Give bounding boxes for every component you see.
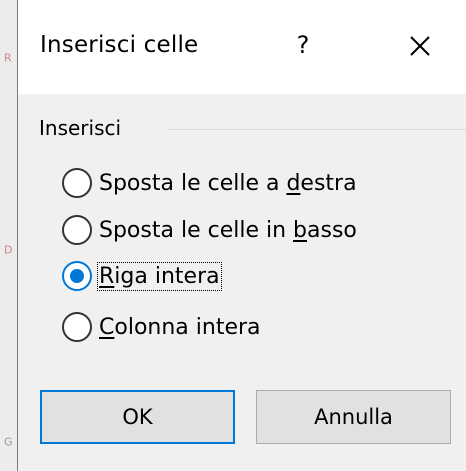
option-shift-right[interactable]: Sposta le celle a destra xyxy=(62,166,357,200)
dialog-title: Inserisci celle xyxy=(40,32,199,58)
radio-button-selected[interactable] xyxy=(62,261,92,291)
radio-button[interactable] xyxy=(62,168,92,198)
option-label: Colonna intera xyxy=(99,314,261,340)
radio-button[interactable] xyxy=(62,215,92,245)
option-label: Sposta le celle a destra xyxy=(99,170,357,196)
option-label: Riga intera xyxy=(97,261,222,291)
group-divider xyxy=(168,129,466,130)
close-icon xyxy=(410,36,430,56)
ok-button[interactable]: OK xyxy=(40,390,235,444)
dialog-titlebar: Inserisci celle ? xyxy=(18,0,466,94)
close-button[interactable] xyxy=(402,28,438,64)
radio-button[interactable] xyxy=(62,312,92,342)
sheet-row-label: D xyxy=(4,243,13,257)
cancel-button[interactable]: Annulla xyxy=(256,390,451,444)
option-label: Sposta le celle in basso xyxy=(99,217,357,243)
option-shift-down[interactable]: Sposta le celle in basso xyxy=(62,213,357,247)
option-entire-column[interactable]: Colonna intera xyxy=(62,310,261,344)
option-entire-row[interactable]: Riga intera xyxy=(62,259,222,293)
sheet-row-label: G xyxy=(4,435,13,449)
group-label: Inserisci xyxy=(39,116,128,140)
sheet-row-label: R xyxy=(4,51,12,65)
insert-cells-dialog: Inserisci celle ? Inserisci Sposta le ce… xyxy=(17,0,466,471)
help-button[interactable]: ? xyxy=(288,28,318,62)
